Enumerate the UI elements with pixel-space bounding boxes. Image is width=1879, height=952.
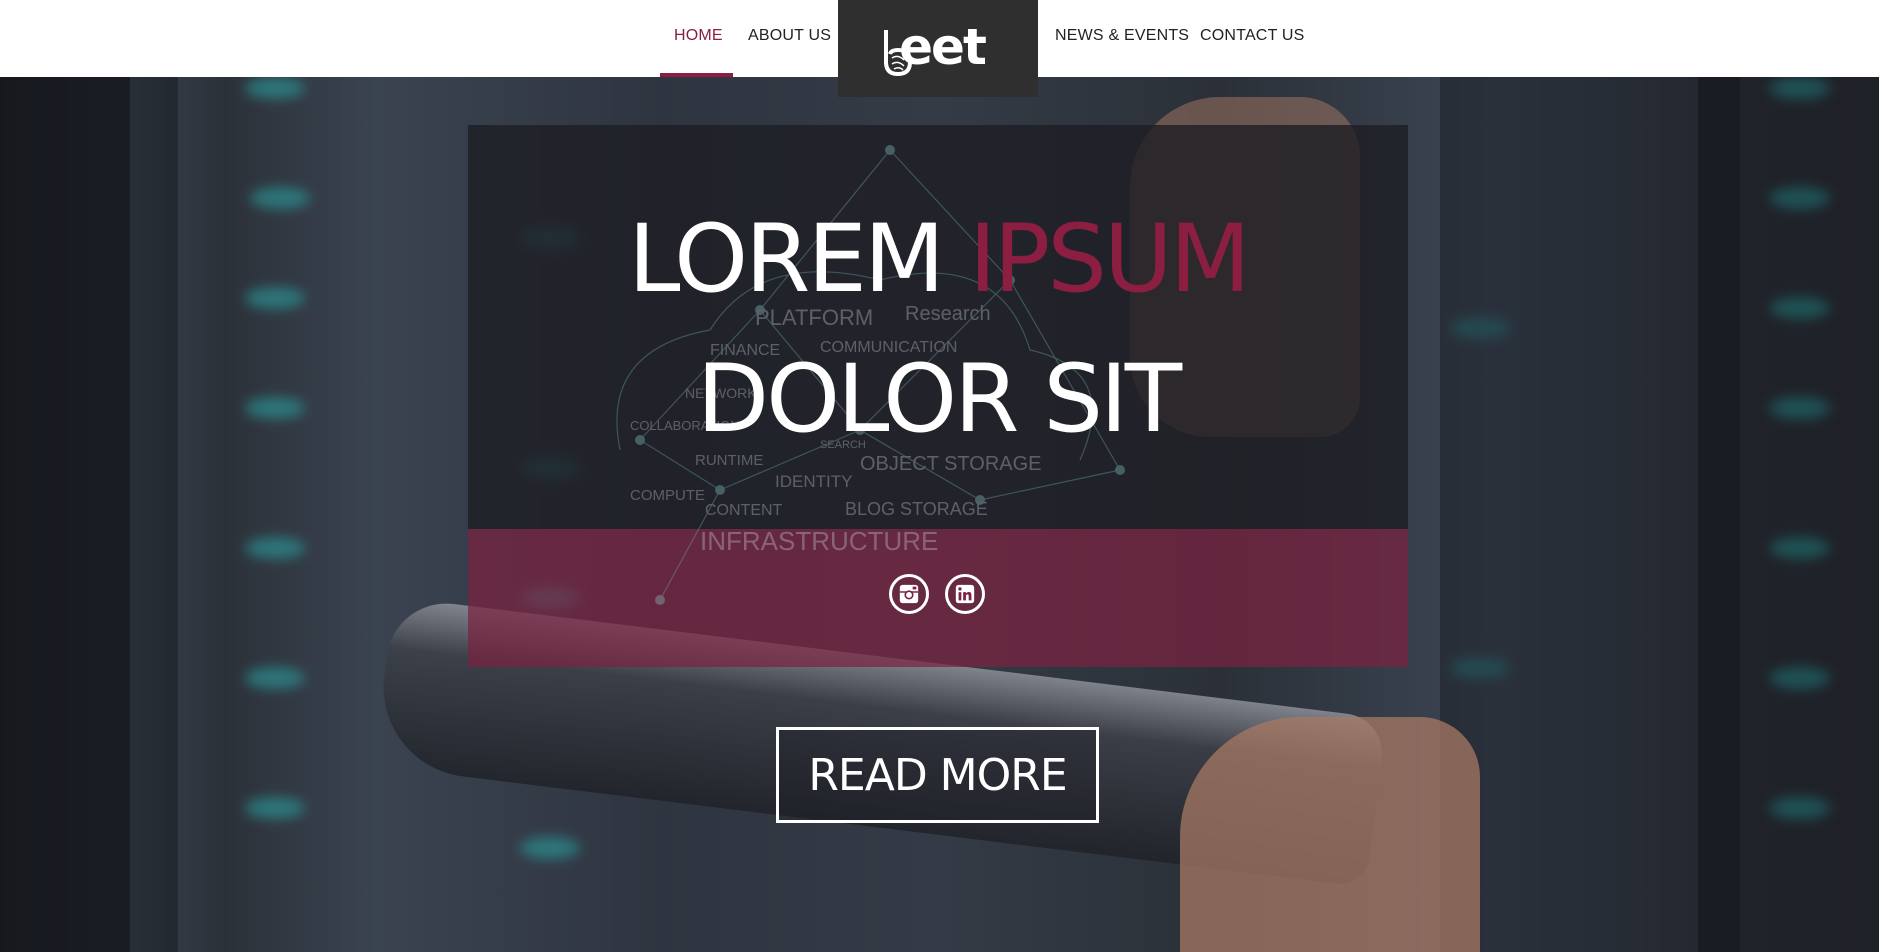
nav-contact-link[interactable]: CONTACT US [1200, 27, 1305, 45]
site-logo[interactable]: eet [838, 0, 1038, 97]
linkedin-icon [955, 584, 975, 604]
nav-about-link[interactable]: ABOUT US [748, 27, 831, 45]
logo-fingerprint-icon [884, 30, 913, 76]
instagram-button[interactable] [889, 574, 929, 614]
svg-text:CONTENT: CONTENT [705, 502, 783, 519]
headline-word-plain: LOREM [628, 205, 945, 314]
svg-text:RUNTIME: RUNTIME [695, 452, 763, 469]
svg-text:OBJECT STORAGE: OBJECT STORAGE [860, 453, 1042, 475]
nav-news-events-link[interactable]: NEWS & EVENTS [1055, 27, 1189, 45]
instagram-icon [899, 584, 919, 604]
svg-text:INFRASTRUCTURE: INFRASTRUCTURE [700, 526, 938, 556]
headline-word-accent: IPSUM [968, 205, 1251, 314]
svg-text:COMPUTE: COMPUTE [630, 487, 705, 504]
svg-text:IDENTITY: IDENTITY [775, 472, 852, 491]
svg-text:BLOG STORAGE: BLOG STORAGE [845, 499, 988, 519]
hero-headline-line2: DOLOR SIT [696, 345, 1182, 454]
linkedin-button[interactable] [945, 574, 985, 614]
read-more-button[interactable]: READ MORE [776, 727, 1099, 823]
active-nav-indicator [660, 73, 733, 77]
nav-home-link[interactable]: HOME [674, 27, 723, 45]
hero-headline-line1: LOREM IPSUM [468, 213, 1408, 307]
